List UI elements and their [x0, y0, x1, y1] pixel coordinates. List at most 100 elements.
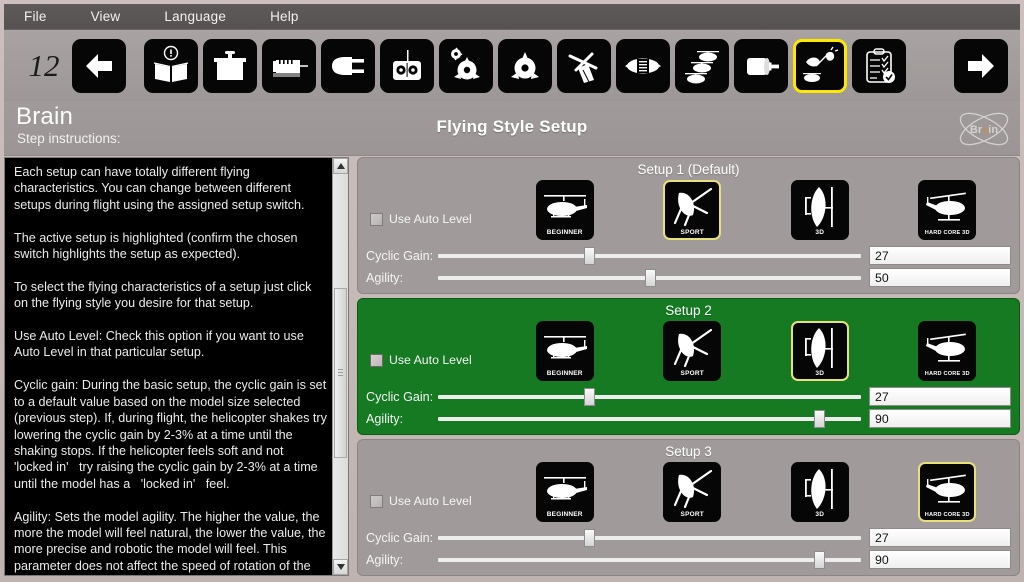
- auto-level-checkbox-1[interactable]: Use Auto Level: [370, 212, 472, 226]
- slider-track: [438, 535, 861, 540]
- section-title: Flying Style Setup: [436, 117, 588, 136]
- style-button-beginner-2[interactable]: BEGINNER: [535, 321, 594, 381]
- style-caption: 3D: [815, 370, 825, 377]
- slider-thumb[interactable]: [814, 550, 826, 569]
- style-button-sport-3[interactable]: SPORT: [663, 462, 722, 522]
- auto-level-label: Use Auto Level: [389, 212, 472, 226]
- setup-panel-1: Setup 1 (Default) Use Auto Level BEGINNE…: [357, 157, 1020, 294]
- swashplate-icon: [511, 51, 539, 79]
- setup-title-1: Setup 1 (Default): [637, 162, 740, 177]
- cyclic-gain-value-3[interactable]: 27: [869, 528, 1011, 547]
- style-caption: BEGINNER: [546, 511, 583, 518]
- style-caption: 3D: [815, 229, 825, 236]
- menu-help[interactable]: Help: [270, 9, 299, 24]
- agility-label: Agility:: [366, 552, 404, 567]
- toolbar-item-flight-modes[interactable]: [675, 38, 729, 93]
- agility-value-2[interactable]: 90: [869, 409, 1011, 428]
- toolbar-item-receiver[interactable]: [262, 38, 316, 93]
- toolbar-item-swashplate[interactable]: [498, 38, 552, 93]
- slider-track: [438, 416, 861, 421]
- slider-thumb[interactable]: [583, 387, 595, 406]
- cyclic-gain-slider-1[interactable]: [438, 245, 861, 266]
- style-caption: 3D: [815, 511, 825, 518]
- slider-thumb[interactable]: [583, 246, 595, 265]
- toolbar-item-servo[interactable]: [203, 38, 257, 93]
- instructions-text: Each setup can have totally different fl…: [14, 165, 327, 573]
- style-button-beginner-3[interactable]: BEGINNER: [535, 462, 594, 522]
- back-button[interactable]: [72, 38, 126, 93]
- style-button-hardcore3d-1[interactable]: HARD CORE 3D: [918, 180, 977, 240]
- agility-value-1[interactable]: 50: [869, 268, 1011, 287]
- toolbar-item-transmitter[interactable]: [380, 38, 434, 93]
- brain-logo-text: Brain: [970, 124, 998, 136]
- style-button-hardcore3d-3[interactable]: HARD CORE 3D: [918, 462, 977, 522]
- style-caption: BEGINNER: [546, 370, 583, 377]
- style-buttons-3: BEGINNER SPORT 3D HARD CORE 3D: [501, 462, 1011, 522]
- toolbar-item-pitch-gauge[interactable]: [557, 38, 611, 93]
- style-button-3d-2[interactable]: 3D: [790, 321, 849, 381]
- auto-level-label: Use Auto Level: [389, 353, 472, 367]
- slider-track: [438, 557, 861, 562]
- checkbox-box[interactable]: [370, 212, 383, 226]
- style-button-sport-1[interactable]: SPORT: [663, 180, 722, 240]
- cyclic-gain-row-3: Cyclic Gain: 27: [366, 527, 1011, 548]
- toolbar-item-power[interactable]: [321, 38, 375, 93]
- toolbar-item-swashplate-servo[interactable]: [439, 38, 493, 93]
- menu-language[interactable]: Language: [164, 9, 226, 24]
- brain-logo: Brain: [954, 104, 1014, 159]
- toolbar-item-manual[interactable]: [144, 38, 198, 93]
- cyclic-gain-value-2[interactable]: 27: [869, 387, 1011, 406]
- style-button-beginner-1[interactable]: BEGINNER: [535, 180, 594, 240]
- cyclic-gain-slider-2[interactable]: [438, 386, 861, 407]
- checklist-icon: [866, 47, 895, 83]
- step-number: 12: [28, 47, 60, 83]
- agility-slider-2[interactable]: [438, 408, 861, 429]
- style-button-sport-2[interactable]: SPORT: [663, 321, 722, 381]
- style-row-2: Use Auto Level BEGINNER SPORT 3D HARD CO…: [366, 319, 1011, 385]
- cyclic-gain-label: Cyclic Gain:: [366, 530, 434, 545]
- tail-rotor-icon: [747, 57, 779, 75]
- style-button-hardcore3d-2[interactable]: HARD CORE 3D: [918, 321, 977, 381]
- setup-panel-3: Setup 3 Use Auto Level BEGINNER SPORT 3D…: [357, 439, 1020, 576]
- menu-file[interactable]: File: [24, 9, 47, 24]
- scroll-down-arrow-icon: [336, 564, 345, 570]
- cyclic-gain-slider-3[interactable]: [438, 527, 861, 548]
- agility-value-3[interactable]: 90: [869, 550, 1011, 569]
- agility-label: Agility:: [366, 411, 404, 426]
- scrollbar-thumb[interactable]: [334, 288, 347, 458]
- servo-icon: [214, 50, 246, 80]
- transmitter-icon: [393, 49, 421, 80]
- scroll-up-button[interactable]: [333, 158, 348, 174]
- instructions-scrollbar[interactable]: [332, 158, 348, 575]
- agility-slider-1[interactable]: [438, 267, 861, 288]
- agility-slider-3[interactable]: [438, 549, 861, 570]
- style-caption: SPORT: [680, 229, 704, 236]
- style-button-3d-3[interactable]: 3D: [790, 462, 849, 522]
- scroll-down-button[interactable]: [333, 559, 348, 575]
- cyclic-gain-label: Cyclic Gain:: [366, 389, 434, 404]
- slider-thumb[interactable]: [645, 268, 657, 287]
- toolbar-item-flying-style[interactable]: [793, 38, 847, 93]
- menu-bar: File View Language Help: [4, 4, 1020, 30]
- forward-button[interactable]: [954, 38, 1008, 93]
- flying-style-icon: [803, 46, 839, 82]
- auto-level-checkbox-2[interactable]: Use Auto Level: [370, 353, 472, 367]
- toolbar-item-orientation[interactable]: [616, 38, 670, 93]
- setup-title-2: Setup 2: [665, 303, 712, 318]
- slider-thumb[interactable]: [814, 409, 826, 428]
- style-buttons-2: BEGINNER SPORT 3D HARD CORE 3D: [501, 321, 1011, 381]
- toolbar-item-tail-rotor[interactable]: [734, 38, 788, 93]
- style-caption: HARD CORE 3D: [924, 230, 970, 236]
- header-band: Brain Step instructions: Flying Style Se…: [4, 101, 1020, 156]
- checkbox-box[interactable]: [370, 353, 383, 367]
- slider-thumb[interactable]: [583, 528, 595, 547]
- menu-view[interactable]: View: [91, 9, 121, 24]
- toolbar-item-checklist[interactable]: [852, 38, 906, 93]
- auto-level-checkbox-3[interactable]: Use Auto Level: [370, 494, 472, 508]
- scroll-up-arrow-icon: [336, 163, 345, 169]
- cyclic-gain-label: Cyclic Gain:: [366, 248, 434, 263]
- checkbox-box[interactable]: [370, 494, 383, 508]
- cyclic-gain-value-1[interactable]: 27: [869, 246, 1011, 265]
- style-button-3d-1[interactable]: 3D: [790, 180, 849, 240]
- slider-track: [438, 253, 861, 258]
